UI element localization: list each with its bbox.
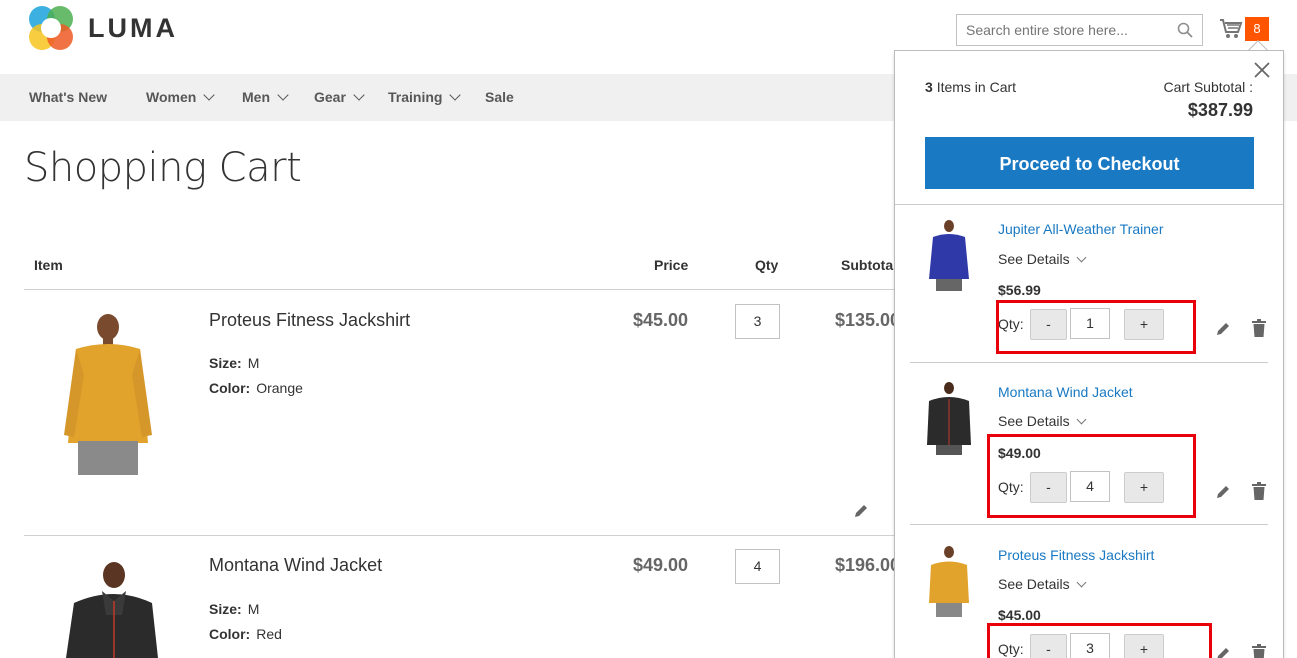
minicart-product-price: $45.00 [998,607,1041,623]
product-option-size: Size: M [209,601,259,617]
option-value: M [247,601,260,617]
product-option-color: Color: Red [209,626,282,642]
option-label: Size: [209,355,242,371]
nav-item-training[interactable]: Training [388,74,462,121]
nav-item-sale[interactable]: Sale [485,74,514,121]
column-header-item: Item [34,257,63,273]
product-option-color: Color: Orange [209,380,303,396]
close-icon[interactable] [1253,61,1271,79]
see-details-toggle[interactable]: See Details [998,413,1087,429]
proceed-to-checkout-button[interactable]: Proceed to Checkout [925,137,1254,189]
product-name[interactable]: Montana Wind Jacket [209,555,382,576]
luma-logo-icon [29,6,73,50]
chevron-down-icon [277,89,289,101]
qty-highlight-box [987,623,1212,658]
item-subtotal: $196.00 [835,555,901,575]
nav-item-women[interactable]: Women [146,74,215,121]
see-details-label: See Details [998,251,1070,267]
search-input[interactable] [957,15,1167,45]
qty-highlight-box [996,300,1196,354]
chevron-down-icon [1076,414,1087,424]
chevron-down-icon [1076,577,1087,587]
minicart-item-divider [910,524,1268,525]
minicart-dropdown: 3 Items in Cart Cart Subtotal : $387.99 … [894,50,1284,658]
edit-pencil-icon[interactable] [1215,482,1231,500]
page-title: Shopping Cart [24,145,302,191]
column-header-qty: Qty [755,257,779,273]
edit-pencil-icon[interactable] [1215,319,1231,337]
option-value: Red [256,626,282,642]
nav-item-label: Gear [314,89,346,105]
trash-icon[interactable] [1251,482,1267,500]
search-box[interactable] [956,14,1203,46]
luma-logo-text: LUMA [88,12,178,43]
minicart-count-text: Items in Cart [936,79,1017,95]
product-option-size: Size: M [209,355,259,371]
minicart-product-thumbnail[interactable] [921,543,975,621]
cart-icon[interactable] [1219,17,1243,41]
qty-input[interactable]: 3 [735,304,780,339]
minicart-item-divider [910,362,1268,363]
trash-icon[interactable] [1251,644,1267,658]
search-icon[interactable] [1177,22,1193,38]
column-header-price: Price [654,257,689,273]
nav-item-men[interactable]: Men [242,74,289,121]
option-value: M [247,355,260,371]
see-details-toggle[interactable]: See Details [998,251,1087,267]
product-name[interactable]: Proteus Fitness Jackshirt [209,310,410,331]
qty-highlight-box [987,434,1196,518]
nav-item-label: Men [242,89,270,105]
minicart-item-count: 3 Items in Cart [925,79,1016,95]
option-label: Color: [209,626,251,642]
minicart-product-name[interactable]: Jupiter All-Weather Trainer [998,221,1163,237]
chevron-down-icon [353,89,365,101]
nav-item-label: Sale [485,89,514,105]
see-details-toggle[interactable]: See Details [998,576,1087,592]
cart-count-badge[interactable]: 8 [1245,17,1269,41]
edit-pencil-icon[interactable] [852,502,870,520]
minicart-count-number: 3 [925,79,933,95]
item-price: $45.00 [633,310,689,330]
minicart-divider [895,204,1283,205]
see-details-label: See Details [998,413,1070,429]
minicart-product-price: $56.99 [998,282,1041,298]
chevron-down-icon [449,89,462,101]
chevron-down-icon [203,89,215,101]
edit-pencil-icon[interactable] [1215,644,1231,658]
product-image[interactable] [40,305,168,477]
option-label: Color: [209,380,251,396]
minicart-product-name[interactable]: Proteus Fitness Jackshirt [998,547,1154,563]
luma-logo[interactable]: LUMA [29,6,178,50]
minicart-product-thumbnail[interactable] [921,379,975,457]
table-header-divider [24,289,904,290]
nav-item-label: Training [388,89,443,105]
nav-item-gear[interactable]: Gear [314,74,365,121]
row-divider [24,535,904,536]
minicart-product-thumbnail[interactable] [921,217,975,295]
chevron-down-icon [1076,252,1087,262]
minicart-product-name[interactable]: Montana Wind Jacket [998,384,1133,400]
trash-icon[interactable] [1251,319,1267,337]
product-image[interactable] [52,555,162,658]
nav-item-whats-new[interactable]: What's New [29,74,107,121]
nav-item-label: Women [146,89,197,105]
minicart-subtotal-label: Cart Subtotal : [1163,79,1254,95]
minicart-subtotal-value: $387.99 [1187,100,1253,120]
option-value: Orange [256,380,303,396]
item-subtotal: $135.00 [835,310,901,330]
item-price: $49.00 [633,555,689,575]
see-details-label: See Details [998,576,1070,592]
option-label: Size: [209,601,242,617]
qty-input[interactable]: 4 [735,549,780,584]
nav-item-label: What's New [29,89,108,105]
column-header-subtotal: Subtota [841,257,894,273]
